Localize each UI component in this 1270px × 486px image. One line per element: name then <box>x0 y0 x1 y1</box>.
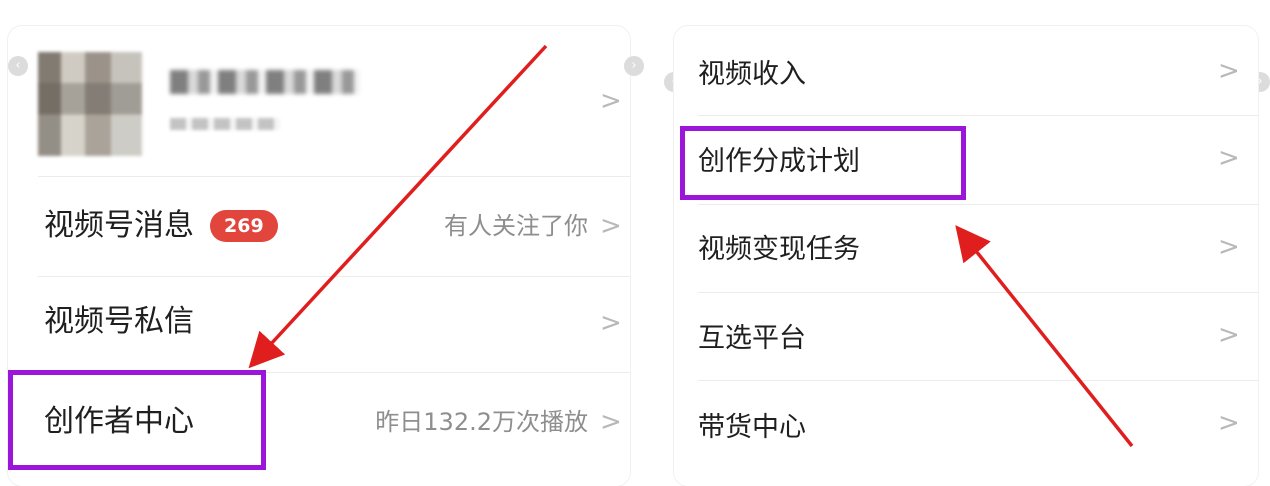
arrow-to-creator-center <box>248 44 548 369</box>
annotation-arrows <box>248 44 1134 448</box>
arrow-to-revenue-share <box>955 225 1134 448</box>
